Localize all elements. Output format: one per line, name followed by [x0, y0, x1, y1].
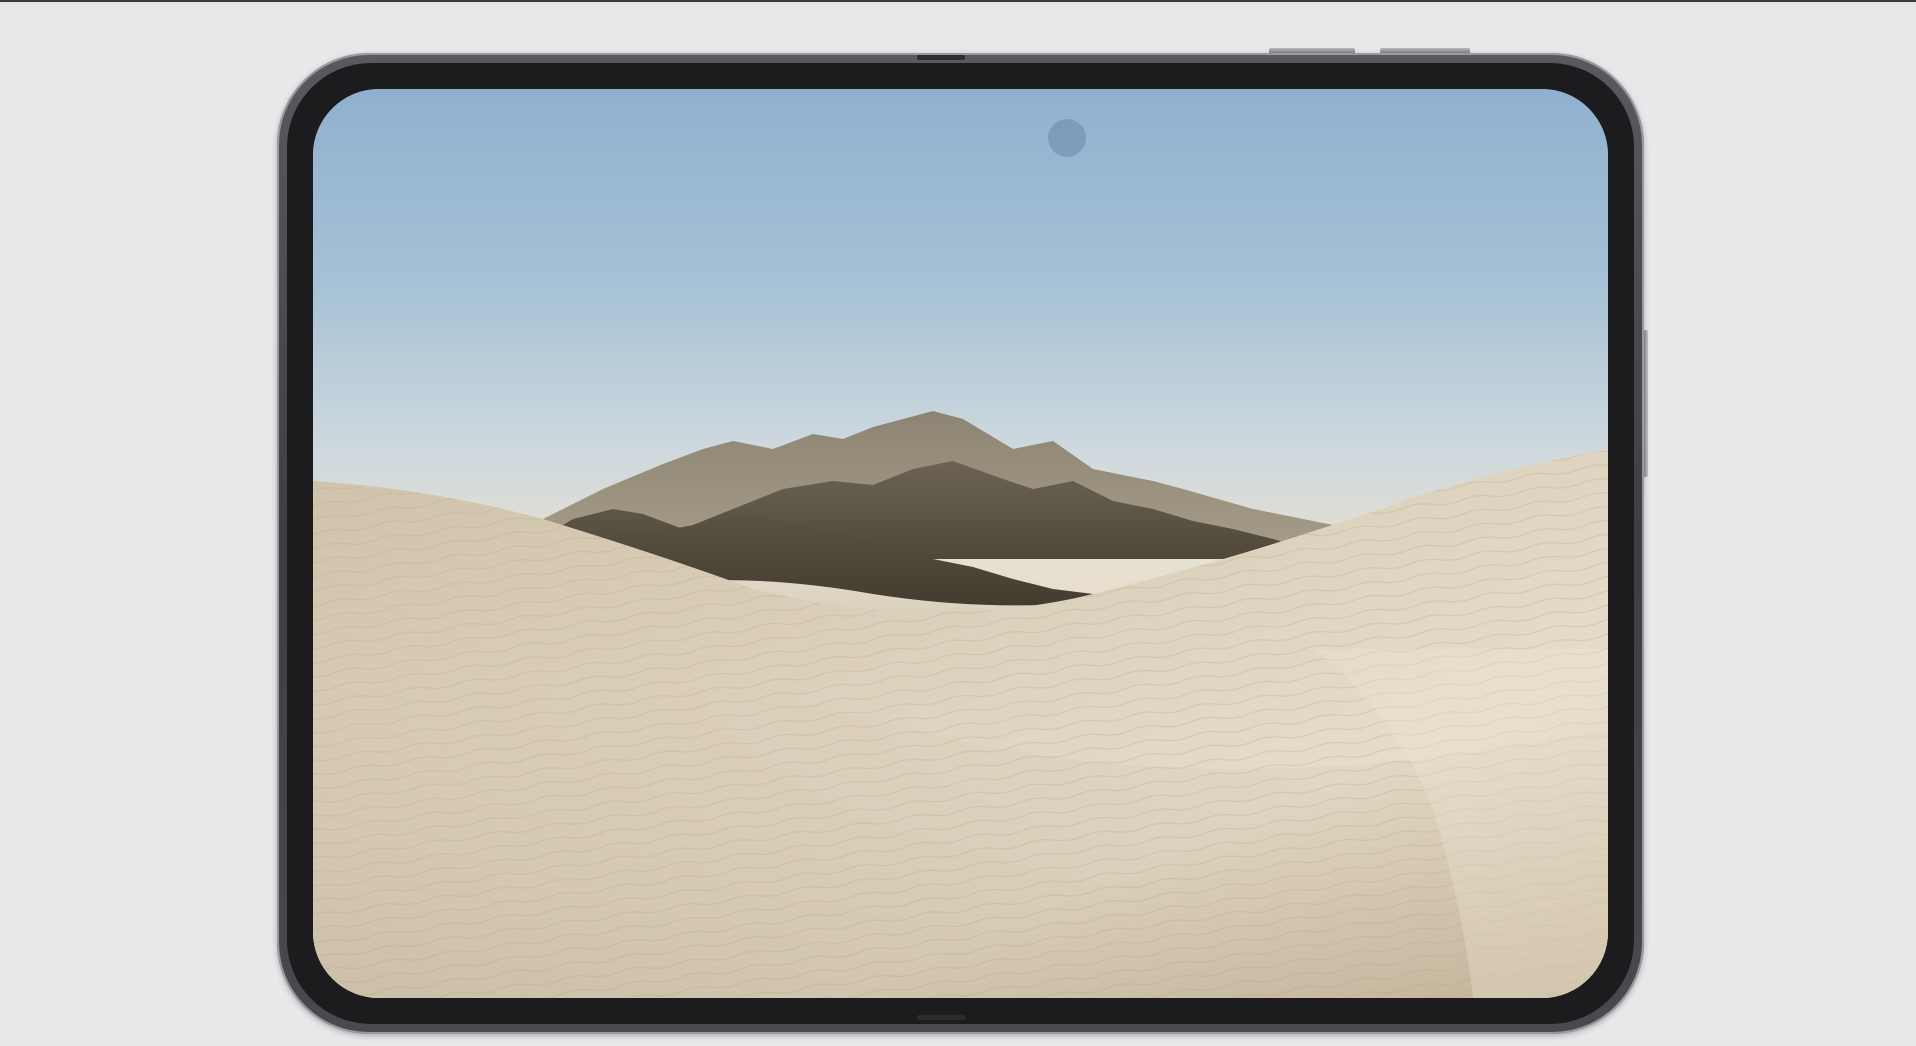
hinge-bottom — [917, 1015, 965, 1020]
tablet-device-frame — [277, 53, 1644, 1034]
page — [0, 0, 1916, 1046]
wallpaper-image — [313, 89, 1608, 998]
top-divider — [0, 0, 1916, 2]
front-camera — [1048, 119, 1086, 157]
device-screen[interactable] — [313, 89, 1608, 998]
device-bezel — [287, 63, 1634, 1024]
hinge-top — [917, 55, 965, 60]
